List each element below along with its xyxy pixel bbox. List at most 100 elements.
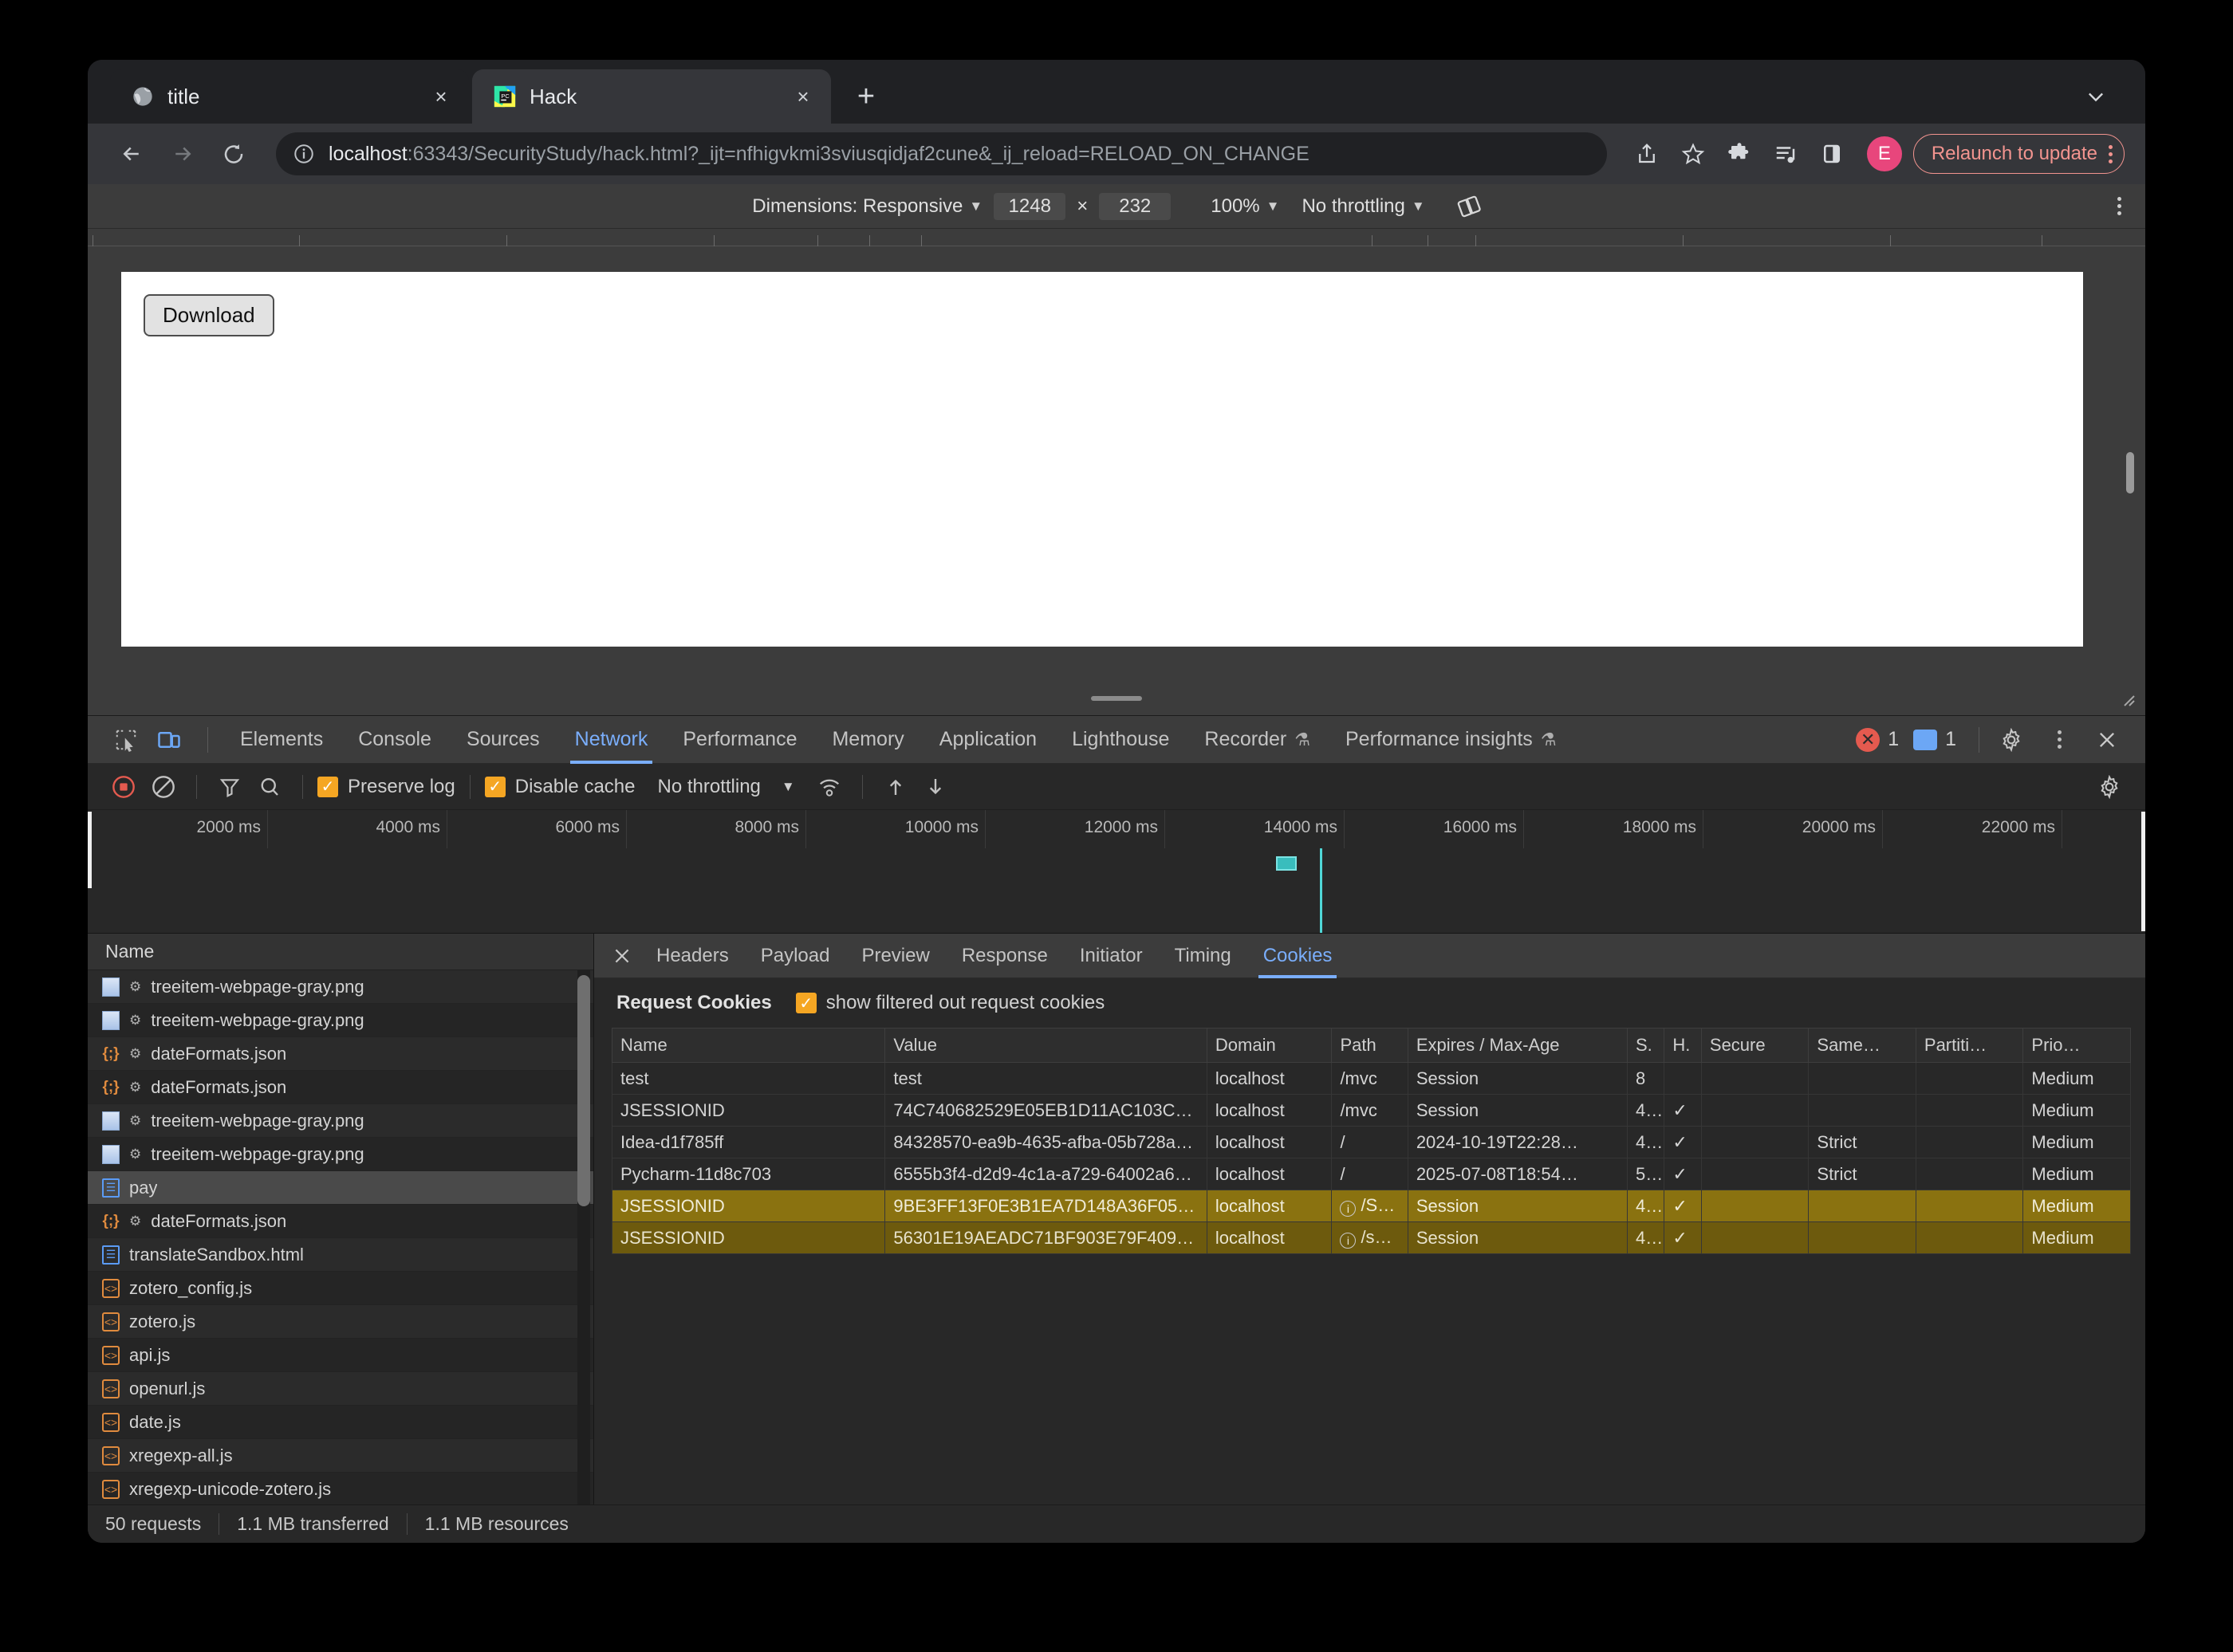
devtools-more-menu-icon[interactable] (2040, 721, 2078, 759)
devtools-tab-recorder[interactable]: Recorder⚗ (1187, 716, 1328, 764)
devtools-tab-elements[interactable]: Elements (223, 716, 341, 764)
toggle-device-toolbar-icon[interactable] (150, 721, 188, 759)
search-icon[interactable] (251, 769, 288, 805)
export-har-icon[interactable] (917, 769, 954, 805)
import-har-icon[interactable] (877, 769, 914, 805)
network-overview-timeline[interactable]: 2000 ms 4000 ms 6000 ms 8000 ms 10000 ms… (88, 810, 2145, 934)
detail-tab-headers[interactable]: Headers (640, 934, 745, 978)
new-tab-button[interactable]: + (844, 74, 888, 119)
devtools-tab-sources[interactable]: Sources (449, 716, 557, 764)
request-row[interactable]: {;} ⚙ dateFormats.json (88, 1037, 593, 1071)
request-row[interactable]: ☰ translateSandbox.html (88, 1238, 593, 1272)
network-conditions-icon[interactable] (811, 769, 848, 805)
reading-list-icon[interactable] (1765, 133, 1806, 175)
cookie-row-highlighted[interactable]: JSESSIONID 9BE3FF13F0E3B1EA7D148A36F0501… (612, 1190, 2131, 1222)
column-header-value[interactable]: Value (885, 1029, 1207, 1063)
device-toolbar-menu-icon[interactable] (2117, 197, 2121, 215)
request-row[interactable]: <> xregexp-all.js (88, 1439, 593, 1473)
devtools-tab-lighthouse[interactable]: Lighthouse (1054, 716, 1187, 764)
address-bar[interactable]: localhost:63343/SecurityStudy/hack.html?… (276, 132, 1607, 175)
request-row-pay[interactable]: ☰ pay (88, 1171, 593, 1205)
share-icon[interactable] (1626, 133, 1668, 175)
viewport-resize-handle-right[interactable] (2126, 452, 2134, 494)
bookmark-star-icon[interactable] (1672, 133, 1714, 175)
column-header-partition[interactable]: Partiti… (1916, 1029, 2023, 1063)
devtools-tab-application[interactable]: Application (922, 716, 1054, 764)
record-stop-icon[interactable] (105, 769, 142, 805)
request-row[interactable]: {;} ⚙ dateFormats.json (88, 1071, 593, 1104)
error-indicator[interactable]: ✕ 1 (1856, 728, 1899, 752)
column-header-name[interactable]: Name (612, 1029, 885, 1063)
column-header-samesite[interactable]: Same… (1809, 1029, 1916, 1063)
viewport-width-input[interactable]: 1248 (994, 193, 1065, 220)
detail-tab-response[interactable]: Response (946, 934, 1064, 978)
request-list-scrollbar[interactable] (577, 975, 590, 1206)
column-header-expires[interactable]: Expires / Max-Age (1408, 1029, 1627, 1063)
gear-icon[interactable] (1992, 721, 2030, 759)
viewport-resize-handle-bottom[interactable] (1091, 696, 1142, 701)
disable-cache-checkbox[interactable]: ✓ Disable cache (485, 776, 636, 798)
request-row[interactable]: ⚙ treeitem-webpage-gray.png (88, 970, 593, 1004)
network-throttling-dropdown[interactable]: No throttling ▼ (657, 776, 794, 798)
detail-tab-payload[interactable]: Payload (745, 934, 846, 978)
forward-button[interactable] (160, 131, 206, 177)
dimensions-dropdown[interactable]: Dimensions: Responsive ▼ (752, 195, 983, 218)
inspect-element-icon[interactable] (107, 721, 145, 759)
request-row[interactable]: <> api.js (88, 1339, 593, 1372)
avatar[interactable]: E (1867, 136, 1902, 171)
zoom-dropdown[interactable]: 100% ▼ (1211, 195, 1279, 218)
cookie-row[interactable]: Pycharm-11d8c703 6555b3f4-d2d9-4c1a-a729… (612, 1158, 2131, 1190)
back-button[interactable] (108, 131, 155, 177)
cookie-row[interactable]: test test localhost /mvc Session 8 Mediu… (612, 1063, 2131, 1095)
filter-icon[interactable] (211, 769, 248, 805)
close-icon[interactable]: × (427, 83, 455, 110)
download-button[interactable]: Download (144, 294, 274, 336)
devtools-tab-performance-insights[interactable]: Performance insights⚗ (1328, 716, 1574, 764)
rotate-device-icon[interactable] (1457, 195, 1481, 218)
column-header-path[interactable]: Path (1332, 1029, 1408, 1063)
cookie-row[interactable]: JSESSIONID 74C740682529E05EB1D11AC103C19… (612, 1095, 2131, 1127)
viewport-height-input[interactable]: 232 (1099, 193, 1171, 220)
relaunch-to-update-button[interactable]: Relaunch to update (1913, 134, 2125, 174)
request-row[interactable]: <> date.js (88, 1406, 593, 1439)
request-row[interactable]: <> zotero_config.js (88, 1272, 593, 1305)
request-list-header[interactable]: Name (88, 934, 593, 970)
network-settings-gear-icon[interactable] (2091, 769, 2128, 805)
request-row[interactable]: <> zotero.js (88, 1305, 593, 1339)
preserve-log-checkbox[interactable]: ✓ Preserve log (317, 776, 455, 798)
devtools-tab-performance[interactable]: Performance (665, 716, 814, 764)
chrome-menu-icon[interactable] (2109, 145, 2113, 163)
request-row[interactable]: ⚙ treeitem-webpage-gray.png (88, 1138, 593, 1171)
request-row[interactable]: {;} ⚙ dateFormats.json (88, 1205, 593, 1238)
cookie-row[interactable]: Idea-d1f785ff 84328570-ea9b-4635-afba-05… (612, 1127, 2131, 1158)
request-row[interactable]: ⚙ treeitem-webpage-gray.png (88, 1004, 593, 1037)
detail-tab-preview[interactable]: Preview (845, 934, 945, 978)
extensions-puzzle-icon[interactable] (1719, 133, 1760, 175)
device-throttling-dropdown[interactable]: No throttling ▼ (1302, 195, 1424, 218)
column-header-httponly[interactable]: H. (1664, 1029, 1701, 1063)
request-row[interactable]: <> openurl.js (88, 1372, 593, 1406)
message-indicator[interactable]: 1 (1913, 728, 1956, 751)
column-header-priority[interactable]: Prio… (2023, 1029, 2131, 1063)
close-icon[interactable]: × (790, 83, 817, 110)
side-panel-icon[interactable] (1811, 133, 1853, 175)
close-devtools-icon[interactable] (2088, 721, 2126, 759)
show-filtered-cookies-checkbox[interactable]: ✓ show filtered out request cookies (796, 992, 1105, 1014)
devtools-tab-memory[interactable]: Memory (814, 716, 921, 764)
request-row[interactable]: <> xregexp-unicode-zotero.js (88, 1473, 593, 1504)
cookie-row-highlighted[interactable]: JSESSIONID 56301E19AEADC71BF903E79F40914… (612, 1222, 2131, 1254)
browser-tab-hack[interactable]: PC Hack × (472, 69, 831, 124)
devtools-tab-network[interactable]: Network (557, 716, 666, 764)
column-header-size[interactable]: S. (1627, 1029, 1664, 1063)
request-row[interactable]: ⚙ treeitem-webpage-gray.png (88, 1104, 593, 1138)
close-detail-icon[interactable] (604, 946, 640, 966)
chevron-down-icon[interactable] (2078, 79, 2113, 114)
clear-network-log-icon[interactable] (145, 769, 182, 805)
detail-tab-initiator[interactable]: Initiator (1064, 934, 1159, 978)
browser-tab-title[interactable]: title × (110, 69, 469, 124)
column-header-domain[interactable]: Domain (1207, 1029, 1332, 1063)
column-header-secure[interactable]: Secure (1701, 1029, 1809, 1063)
viewport-resize-corner-icon[interactable] (2118, 690, 2137, 709)
reload-button[interactable] (211, 131, 257, 177)
devtools-tab-console[interactable]: Console (341, 716, 449, 764)
